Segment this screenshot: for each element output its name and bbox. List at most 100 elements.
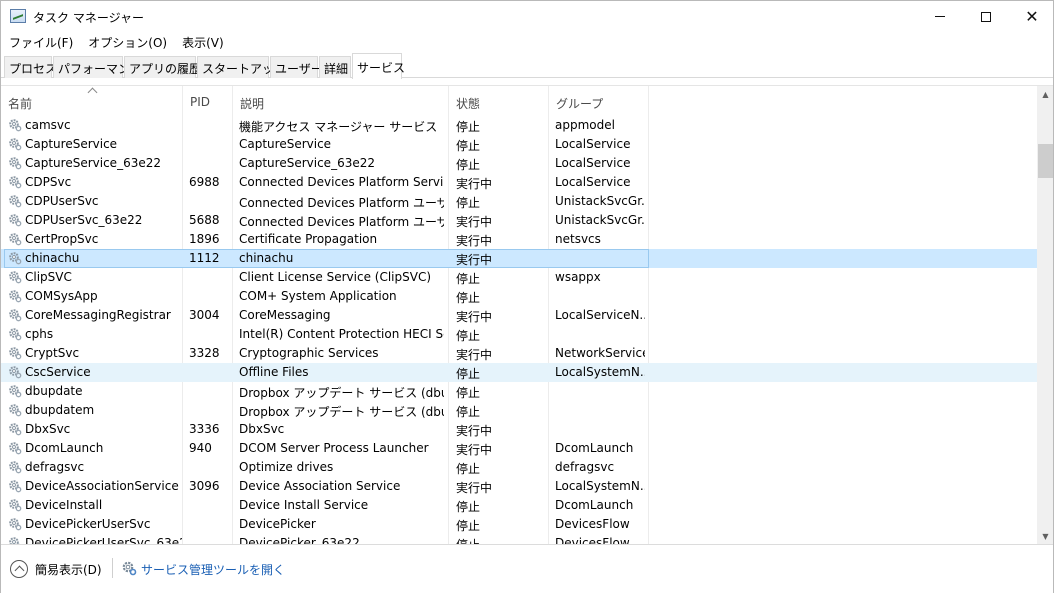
tab-details[interactable]: 詳細 xyxy=(319,56,351,78)
cell-status: 実行中 xyxy=(456,348,493,362)
cell-pid xyxy=(189,382,233,401)
cell-group: DevicesFlow xyxy=(555,517,630,531)
cell-status: 停止 xyxy=(456,534,544,544)
column-header-group[interactable]: グループ xyxy=(549,86,649,116)
table-row[interactable]: DcomLaunch 940 DCOM Server Process Launche… xyxy=(1,439,1037,458)
tab-processes[interactable]: プロセス xyxy=(4,56,57,78)
cell-name: DbxSvc xyxy=(25,422,71,436)
table-row[interactable]: CscService Offline Files 停止 LocalSystemN... xyxy=(1,363,1037,382)
table-row[interactable]: DbxSvc 3336 DbxSvc 実行中 xyxy=(1,420,1037,439)
table-row[interactable]: CryptSvc 3328 Cryptographic Services 実行中 Net… xyxy=(1,344,1037,363)
title-bar[interactable]: タスク マネージャー ✕ xyxy=(1,1,1053,32)
tab-app-history[interactable]: アプリの履歴 xyxy=(124,56,201,78)
close-button[interactable]: ✕ xyxy=(1009,1,1054,32)
cell-pid xyxy=(189,458,233,477)
cell-status: 停止 xyxy=(456,462,481,476)
table-row[interactable]: dbupdate Dropbox アップデート サービス (dbupdate) 停止 xyxy=(1,382,1037,401)
vertical-scrollbar[interactable]: ▲ ▼ xyxy=(1037,86,1053,544)
menu-bar: ファイル(F) オプション(O) 表示(V) xyxy=(1,32,1053,53)
menu-file[interactable]: ファイル(F) xyxy=(1,32,80,53)
cell-group: LocalSystemN... xyxy=(555,365,645,379)
services-gear-icon[interactable] xyxy=(121,560,137,576)
cell-status: 実行中 xyxy=(456,443,493,457)
scroll-thumb[interactable] xyxy=(1038,144,1053,178)
menu-view[interactable]: 表示(V) xyxy=(174,32,231,53)
grid-header: 名前 PID 説明 状態 グループ xyxy=(1,86,1037,116)
scroll-down-icon[interactable]: ▼ xyxy=(1037,528,1053,544)
cell-status: 実行中 xyxy=(456,424,493,438)
table-row[interactable]: DevicePickerUserSvc DevicePicker 停止 Devices… xyxy=(1,515,1037,534)
table-row[interactable]: DevicePickerUserSvc_63e22 DevicePicker_63… xyxy=(1,534,1037,544)
table-row[interactable]: dbupdatem Dropbox アップデート サービス (dbupdat...… xyxy=(1,401,1037,420)
tab-users[interactable]: ユーザー xyxy=(270,56,323,78)
table-row[interactable]: defragsvc Optimize drives 停止 defragsvc xyxy=(1,458,1037,477)
table-row[interactable]: CDPUserSvc Connected Devices Platform ユーザ… xyxy=(1,192,1037,211)
chevron-up-circle-icon[interactable] xyxy=(10,560,28,578)
cell-pid xyxy=(189,401,233,420)
cell-pid: 5688 xyxy=(189,213,220,227)
cell-description: CoreMessaging xyxy=(239,308,331,322)
table-row[interactable]: CertPropSvc 1896 Certificate Propagation 実行… xyxy=(1,230,1037,249)
scroll-up-icon[interactable]: ▲ xyxy=(1037,86,1053,103)
table-row[interactable]: camsvc 機能アクセス マネージャー サービス 停止 appmodel xyxy=(1,116,1037,135)
column-header-name[interactable]: 名前 xyxy=(1,86,183,116)
close-icon: ✕ xyxy=(1025,6,1039,26)
table-row[interactable]: chinachu 1112 chinachu 実行中 xyxy=(1,249,1037,268)
table-row[interactable]: COMSysApp COM+ System Application 停止 xyxy=(1,287,1037,306)
cell-name: defragsvc xyxy=(25,460,85,474)
service-gear-icon xyxy=(9,347,22,360)
maximize-button[interactable] xyxy=(963,1,1009,32)
tab-performance[interactable]: パフォーマンス xyxy=(53,56,142,78)
table-row[interactable]: ClipSVC Client License Service (ClipSVC) 停… xyxy=(1,268,1037,287)
column-header-status[interactable]: 状態 xyxy=(449,86,549,116)
service-gear-icon xyxy=(9,442,22,455)
cell-description: Connected Devices Platform Service xyxy=(239,175,444,189)
column-header-description[interactable]: 説明 xyxy=(233,86,449,116)
service-gear-icon xyxy=(9,309,22,322)
cell-name: DevicePickerUserSvc_63e22 xyxy=(25,536,182,544)
menu-options[interactable]: オプション(O) xyxy=(80,32,174,53)
service-gear-icon xyxy=(9,518,22,531)
tab-startup[interactable]: スタートアップ xyxy=(197,56,286,78)
cell-group: wsappx xyxy=(555,270,601,284)
fewer-details-button[interactable]: 簡易表示(D) xyxy=(35,561,102,578)
cell-description: CaptureService_63e22 xyxy=(239,156,375,170)
cell-group xyxy=(555,401,645,420)
table-row[interactable]: CDPSvc 6988 Connected Devices Platform Ser… xyxy=(1,173,1037,192)
table-row[interactable]: CaptureService_63e22 CaptureService_63e22… xyxy=(1,154,1037,173)
table-row[interactable]: DeviceAssociationService 3096 Device Assoc… xyxy=(1,477,1037,496)
cell-name: COMSysApp xyxy=(25,289,98,303)
cell-name: camsvc xyxy=(25,118,71,132)
tab-services[interactable]: サービス xyxy=(352,53,405,79)
cell-group: NetworkService xyxy=(555,346,645,360)
service-gear-icon xyxy=(9,290,22,303)
minimize-button[interactable] xyxy=(917,1,963,32)
open-services-link[interactable]: サービス管理ツールを開く xyxy=(141,561,285,578)
cell-status: 停止 xyxy=(456,519,481,533)
cell-description: Client License Service (ClipSVC) xyxy=(239,270,432,284)
cell-group: UnistackSvcGr... xyxy=(555,194,645,208)
cell-name: CDPUserSvc_63e22 xyxy=(25,213,143,227)
service-gear-icon xyxy=(9,385,22,398)
cell-group: LocalServiceN... xyxy=(555,308,645,322)
table-row[interactable]: DeviceInstall Device Install Service 停止 Dco… xyxy=(1,496,1037,515)
cell-status: 実行中 xyxy=(456,177,493,191)
cell-description: COM+ System Application xyxy=(239,289,397,303)
cell-pid xyxy=(189,515,233,534)
table-row[interactable]: CaptureService CaptureService 停止 LocalServi… xyxy=(1,135,1037,154)
service-gear-icon xyxy=(9,461,22,474)
table-row[interactable]: cphs Intel(R) Content Protection HECI Ser… xyxy=(1,325,1037,344)
cell-name: dbupdate xyxy=(25,384,83,398)
service-gear-icon xyxy=(9,271,22,284)
cell-status: 停止 xyxy=(456,272,481,286)
column-header-pid[interactable]: PID xyxy=(183,86,233,116)
service-gear-icon xyxy=(9,214,22,227)
cell-status: 停止 xyxy=(456,329,481,343)
table-row[interactable]: CoreMessagingRegistrar 3004 CoreMessaging 実… xyxy=(1,306,1037,325)
service-gear-icon xyxy=(9,195,22,208)
table-row[interactable]: CDPUserSvc_63e22 5688 Connected Devices Pl… xyxy=(1,211,1037,230)
cell-name: dbupdatem xyxy=(25,403,95,417)
service-gear-icon xyxy=(9,176,22,189)
cell-group: defragsvc xyxy=(555,460,615,474)
service-gear-icon xyxy=(9,328,22,341)
